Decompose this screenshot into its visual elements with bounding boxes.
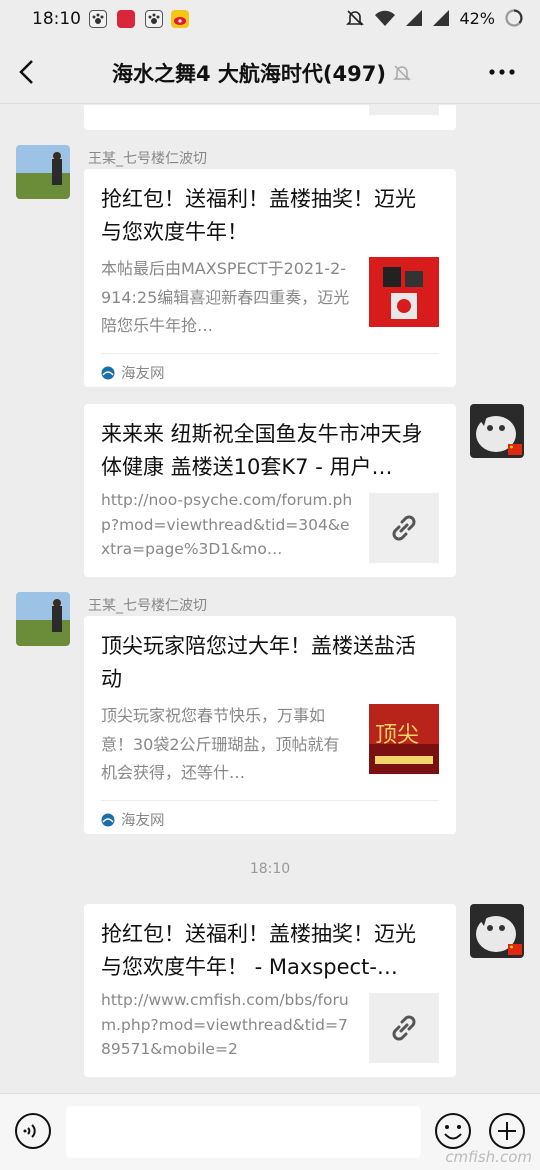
card-title: 抢红包！送福利！盖楼抽奖！迈光与您欢度牛年！ [101, 187, 416, 244]
source-name: 海友网 [121, 813, 165, 829]
link-thumbnail [369, 105, 439, 115]
message-input[interactable] [66, 1106, 421, 1158]
link-card[interactable]: 抢红包！送福利！盖楼抽奖！迈光与您欢度牛年！ 本帖最后由MAXSPECT于202… [84, 169, 456, 387]
emoji-icon[interactable] [434, 1112, 472, 1150]
paw-app-icon [89, 10, 107, 28]
card-description: 本帖最后由MAXSPECT于2021-2-914:25编辑喜迎新春四重奏，迈光陪… [101, 259, 350, 335]
sender-name: 王某_七号楼仁波切 [88, 151, 207, 167]
signal-icon [433, 10, 450, 26]
previous-link-card[interactable] [84, 105, 456, 130]
link-card[interactable]: 来来来 纽斯祝全国鱼友牛市冲天身体健康 盖楼送10套K7 - 用户… http:… [84, 404, 456, 577]
card-title: 来来来 纽斯祝全国鱼友牛市冲天身体健康 盖楼送10套K7 - 用户… [101, 422, 423, 479]
card-description: 顶尖玩家祝您春节快乐，万事如意！30袋2公斤珊瑚盐，顶帖就有机会获得，还等什… [101, 706, 340, 782]
link-icon [392, 1015, 416, 1041]
input-bar: cmfish.com [0, 1093, 540, 1170]
card-source: 海友网 [101, 362, 165, 383]
card-title: 顶尖玩家陪您过大年！盖楼送盐活动 [101, 634, 416, 691]
status-bar: 18:10 42% [0, 0, 540, 40]
sender-name: 王某_七号楼仁波切 [88, 598, 207, 614]
chat-area[interactable]: 王某_七号楼仁波切 抢红包！送福利！盖楼抽奖！迈光与您欢度牛年！ 本帖最后由MA… [0, 105, 540, 1090]
avatar[interactable] [16, 145, 70, 199]
svg-text:顶尖: 顶尖 [375, 723, 419, 748]
link-card[interactable]: 抢红包！送福利！盖楼抽奖！迈光与您欢度牛年！ - Maxspect-… http… [84, 904, 456, 1077]
notification-app-icon [117, 10, 135, 28]
paw-app-icon [145, 10, 163, 28]
chat-title: 海水之舞4 大航海时代(497) [112, 62, 386, 86]
card-divider [101, 800, 439, 801]
link-icon [392, 515, 416, 541]
back-arrow-icon[interactable] [16, 58, 38, 86]
bell-muted-icon [393, 65, 411, 81]
link-thumbnail [369, 493, 439, 563]
card-url: http://www.cmfish.com/bbs/forum.php?mod=… [101, 991, 349, 1058]
more-options-icon[interactable] [488, 68, 516, 76]
card-url: http://noo-psyche.com/forum.php?mod=view… [101, 491, 353, 558]
china-flag-icon [508, 944, 522, 955]
card-source: 海友网 [101, 809, 165, 830]
voice-input-icon[interactable] [14, 1112, 52, 1150]
link-card[interactable]: 顶尖玩家陪您过大年！盖楼送盐活动 顶尖玩家祝您春节快乐，万事如意！30袋2公斤珊… [84, 616, 456, 834]
status-time: 18:10 [32, 9, 81, 29]
signal-icon [406, 10, 423, 26]
card-thumbnail: 顶尖 [369, 704, 439, 774]
avatar[interactable] [16, 592, 70, 646]
source-name: 海友网 [121, 366, 165, 382]
haiyou-logo-icon [101, 813, 115, 826]
link-thumbnail [369, 993, 439, 1063]
bell-muted-icon [346, 10, 365, 26]
card-divider [101, 353, 439, 354]
battery-percent: 42% [459, 8, 495, 28]
plus-icon[interactable] [488, 1112, 526, 1150]
card-thumbnail [369, 257, 439, 327]
battery-icon [505, 9, 523, 27]
haiyou-logo-icon [101, 366, 115, 379]
wifi-icon [375, 10, 396, 26]
china-flag-icon [508, 444, 522, 455]
card-title: 抢红包！送福利！盖楼抽奖！迈光与您欢度牛年！ - Maxspect-… [101, 922, 416, 979]
chat-header: 海水之舞4 大航海时代(497) [0, 40, 540, 104]
watermark: cmfish.com [445, 1148, 532, 1166]
time-separator: 18:10 [249, 861, 291, 877]
weibo-app-icon [171, 10, 189, 28]
